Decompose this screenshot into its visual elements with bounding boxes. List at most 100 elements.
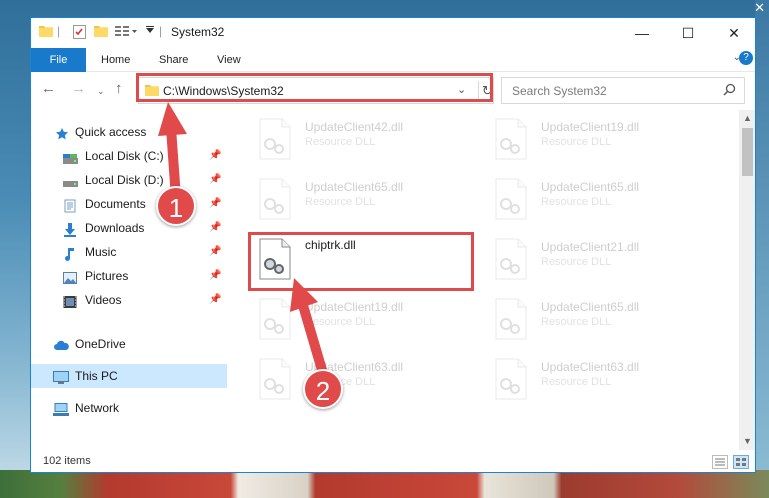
sidebar-item-local-disk-c[interactable]: Local Disk (C:) 📌 (31, 144, 227, 168)
up-button[interactable]: ↑ (115, 80, 123, 97)
address-bar[interactable]: C:\Windows\System32 ⌄ ↻ (138, 77, 494, 104)
details-view-icon[interactable] (712, 455, 728, 469)
sidebar-item-label: Network (75, 401, 120, 415)
close-button[interactable]: ✕ (711, 18, 755, 48)
sidebar-item-label: Pictures (85, 269, 129, 283)
customize-toolbar-icon[interactable] (115, 25, 139, 40)
file-name: UpdateClient42.dll (305, 120, 404, 134)
file-tile[interactable]: UpdateClient19.dll Resource DLL (469, 114, 699, 170)
desktop-background (755, 0, 769, 498)
sidebar-item-downloads[interactable]: Downloads 📌 (31, 216, 227, 240)
sidebar-item-pictures[interactable]: Pictures 📌 (31, 264, 227, 288)
scroll-up-icon[interactable]: ▲ (739, 110, 755, 127)
pin-icon[interactable]: 📌 (209, 240, 221, 264)
computer-icon (53, 369, 69, 384)
file-name: chiptrk.dll (305, 238, 356, 252)
pin-icon[interactable]: 📌 (209, 216, 221, 240)
drive-icon (63, 173, 78, 187)
sidebar-item-this-pc[interactable]: This PC (31, 364, 227, 388)
large-icons-view-icon[interactable] (733, 455, 749, 469)
help-icon[interactable]: ? (739, 51, 753, 65)
maximize-button[interactable]: ☐ (665, 18, 711, 48)
tab-view[interactable]: View (217, 48, 241, 72)
dll-file-icon (495, 178, 527, 220)
ribbon-tabs: File Home Share View ⌄ ? (31, 48, 755, 72)
item-count: 102 items (43, 455, 91, 467)
tab-home[interactable]: Home (101, 48, 130, 72)
search-input[interactable]: Search System32 (501, 77, 745, 104)
search-placeholder: Search System32 (512, 84, 607, 98)
tab-share[interactable]: Share (159, 48, 188, 72)
file-type: Resource DLL (305, 316, 376, 328)
title-bar: | | System32 — ☐ ✕ (31, 18, 755, 48)
minimize-button[interactable]: — (619, 18, 665, 48)
sidebar-item-documents[interactable]: Documents 📌 (31, 192, 227, 216)
file-type: Resource DLL (541, 256, 612, 268)
file-tile[interactable]: UpdateClient42.dll Resource DLL (233, 114, 463, 170)
search-icon[interactable] (723, 83, 736, 99)
vertical-scrollbar[interactable]: ▲ ▼ (739, 110, 755, 450)
sidebar-item-local-disk-d[interactable]: Local Disk (D:) 📌 (31, 168, 227, 192)
sidebar-item-label: Local Disk (C:) (85, 149, 164, 163)
file-type: Resource DLL (305, 136, 376, 148)
pin-icon[interactable]: 📌 (209, 168, 221, 192)
file-type: Resource DLL (305, 196, 376, 208)
download-icon (63, 221, 77, 237)
sidebar-item-label: Music (85, 245, 117, 259)
sidebar-item-label: OneDrive (75, 337, 126, 351)
drive-icon (63, 149, 78, 164)
pin-icon[interactable]: 📌 (209, 192, 221, 216)
recent-locations-button[interactable]: ⌄ (97, 86, 105, 97)
folder-icon (145, 84, 159, 99)
file-tile[interactable]: UpdateClient63.dll Resource DLL (469, 354, 699, 410)
file-tile[interactable]: UpdateClient65.dll Resource DLL (233, 174, 463, 230)
file-name: UpdateClient65.dll (305, 180, 404, 194)
file-type: Resource DLL (541, 376, 612, 388)
file-tile-chiptrk[interactable]: chiptrk.dll (233, 234, 463, 290)
desktop-background-bottom (0, 470, 769, 498)
file-type: Resource DLL (541, 136, 612, 148)
videos-icon (63, 293, 77, 308)
navigation-pane: Quick access Local Disk (C:) 📌 Local Dis… (31, 110, 227, 450)
scroll-down-icon[interactable]: ▼ (739, 433, 755, 450)
file-tile[interactable]: UpdateClient19.dll Resource DLL (233, 294, 463, 350)
file-tile[interactable]: UpdateClient65.dll Resource DLL (469, 294, 699, 350)
music-icon (63, 245, 77, 261)
file-tile[interactable]: UpdateClient65.dll Resource DLL (469, 174, 699, 230)
sidebar-item-label: Videos (85, 293, 122, 307)
dropdown-arrow-icon[interactable] (145, 24, 155, 38)
separator: | (159, 24, 163, 38)
address-path[interactable]: C:\Windows\System32 (163, 84, 284, 98)
file-name: UpdateClient65.dll (541, 300, 640, 314)
back-button[interactable]: ← (41, 80, 56, 97)
pin-icon[interactable]: 📌 (209, 144, 221, 168)
file-type: Resource DLL (541, 196, 612, 208)
address-dropdown-icon[interactable]: ⌄ (457, 83, 466, 96)
file-tile[interactable]: UpdateClient21.dll Resource DLL (469, 234, 699, 290)
dll-file-icon (495, 298, 527, 340)
pin-icon[interactable]: 📌 (209, 264, 221, 288)
file-explorer-window: | | System32 — ☐ ✕ File Home Share View … (30, 17, 756, 473)
refresh-icon[interactable]: ↻ (478, 81, 496, 101)
sidebar-item-onedrive[interactable]: OneDrive (31, 332, 227, 356)
sidebar-item-quick-access[interactable]: Quick access (31, 120, 227, 144)
sidebar-item-label: Documents (85, 197, 146, 211)
sidebar-item-network[interactable]: Network (31, 396, 227, 420)
dll-file-icon (259, 118, 291, 160)
file-tile[interactable]: UpdateClient63.dll Resource DLL (233, 354, 463, 410)
file-type: Resource DLL (541, 316, 612, 328)
file-name: UpdateClient21.dll (541, 240, 640, 254)
properties-icon[interactable] (73, 25, 86, 42)
pin-icon[interactable]: 📌 (209, 288, 221, 312)
forward-button[interactable]: → (71, 80, 86, 97)
file-name: UpdateClient19.dll (305, 300, 404, 314)
sidebar-item-label: Local Disk (D:) (85, 173, 164, 187)
sidebar-item-music[interactable]: Music 📌 (31, 240, 227, 264)
new-folder-icon[interactable] (94, 25, 108, 40)
cloud-icon (53, 337, 69, 351)
file-name: UpdateClient65.dll (541, 180, 640, 194)
network-icon (53, 401, 69, 416)
scroll-thumb[interactable] (742, 128, 753, 176)
tab-file[interactable]: File (31, 48, 86, 72)
sidebar-item-videos[interactable]: Videos 📌 (31, 288, 227, 312)
